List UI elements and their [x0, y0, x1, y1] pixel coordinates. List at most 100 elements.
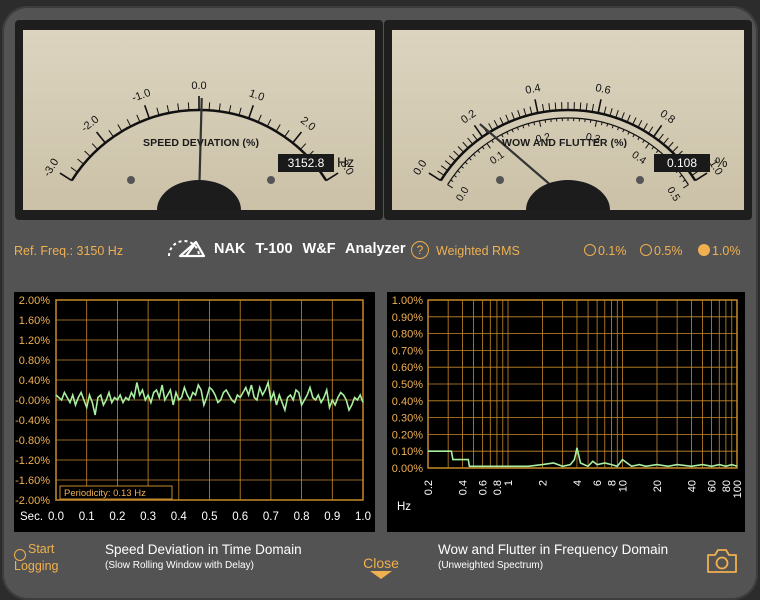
speed-readout: 3152.8 [278, 154, 334, 172]
weighted-rms-label: Weighted RMS [436, 244, 520, 258]
start-logging-button[interactable]: Start Logging [14, 541, 59, 575]
meter-scale-label: 0.0 [411, 158, 429, 177]
toolbar: Ref. Freq.: 3150 Hz NAK T-100 W&F Analyz… [0, 230, 760, 270]
chevron-down-icon [370, 571, 392, 579]
x-tick-label: 2 [537, 480, 549, 486]
app-brand-title: NAK T-100 W&F Analyzer [214, 241, 406, 257]
x-axis-label: Hz [397, 501, 411, 513]
meter-tick [444, 160, 452, 167]
meter-tick [523, 108, 527, 117]
meter-scale-label: 0.0 [191, 80, 206, 92]
meter-tick [84, 150, 91, 157]
meter-scale-label: -1.0 [130, 87, 152, 105]
y-tick-label: -1.20% [15, 455, 50, 467]
meter-tick [59, 172, 73, 182]
meter-screw-icon [267, 176, 275, 184]
meter-tick [143, 104, 151, 119]
meter-tick [77, 158, 84, 165]
speed-meter-frame: -3.0 -2.0 -1.0 0.0 1.0 2.0 3.0 SPEED DEVIATION… [15, 20, 383, 220]
range-option-label: 1.0% [712, 244, 741, 258]
meter-inner-tick [491, 139, 494, 144]
meter-inner-tick [533, 122, 536, 126]
meter-inner-tick [460, 165, 464, 169]
meter-scale-label: 0.2 [459, 108, 478, 127]
meter-tick [658, 133, 664, 141]
meter-tick [91, 143, 98, 150]
meter-tick [440, 165, 448, 171]
y-tick-label: 1.00% [392, 295, 423, 307]
meter-inner-tick [611, 125, 614, 129]
x-tick-label: 0.7 [263, 511, 279, 523]
meter-inner-tick [511, 129, 514, 133]
meter-tick [95, 131, 106, 144]
meter-tick [597, 99, 602, 114]
meter-tick [156, 107, 160, 116]
meter-inner-tick [682, 179, 686, 183]
help-button[interactable]: ? [411, 241, 429, 259]
meter-inner-tick [522, 125, 525, 129]
meter-tick [117, 124, 123, 132]
speed-readout-unit: Hz [337, 154, 355, 170]
meter-tick [511, 112, 516, 121]
meter-tick [462, 141, 469, 149]
speed-meter-dial: -3.0-2.0-1.00.01.02.03.0 [41, 80, 356, 210]
meter-tick [136, 114, 141, 123]
meter-inner-tick [651, 146, 655, 150]
gauge-logo-icon [168, 240, 206, 258]
meter-tick [70, 167, 78, 173]
meter-inner-tick [683, 184, 689, 189]
meter-scale-label: 0.8 [658, 108, 677, 127]
radio-unchecked-icon [14, 549, 26, 561]
x-tick-label: 0.4 [171, 511, 188, 523]
meter-inner-tick [527, 123, 530, 127]
meter-inner-tick [679, 174, 683, 178]
meter-tick [499, 117, 504, 125]
meter-tick [266, 119, 272, 127]
meter-scale-label: 0.4 [524, 82, 541, 97]
ref-freq-label: Ref. Freq.: 3150 Hz [14, 244, 124, 258]
meter-tick [648, 126, 654, 134]
range-option-1.0[interactable]: 1.0% [698, 244, 741, 258]
range-option-label: 0.5% [654, 244, 683, 258]
x-tick-label: 0.5 [202, 511, 218, 523]
x-tick-label: 100 [732, 480, 744, 498]
x-tick-label: 0.1 [79, 511, 95, 523]
speed-deviation-meter: -3.0 -2.0 -1.0 0.0 1.0 2.0 3.0 SPEED DEVIATION… [23, 30, 375, 210]
meter-inner-tick [600, 122, 603, 126]
meter-inner-label: 0.0 [454, 185, 472, 204]
meter-inner-tick [538, 120, 542, 127]
meter-inner-tick [477, 150, 481, 153]
meter-inner-tick [481, 146, 485, 150]
x-tick-label: 0.4 [457, 480, 469, 495]
meter-tick [542, 103, 545, 113]
spectrum-trace-line [428, 447, 738, 468]
meter-tick [473, 124, 484, 138]
meter-tick [284, 129, 290, 138]
speed-meter-title: SPEED DEVIATION (%) [143, 137, 260, 149]
meter-hub [157, 180, 241, 210]
meter-tick [637, 120, 643, 128]
meter-tick [428, 172, 442, 182]
camera-icon[interactable] [706, 548, 738, 574]
range-option-0.5[interactable]: 0.5% [640, 244, 683, 258]
flutter-meter-title: WOW AND FLUTTER (%) [502, 137, 628, 149]
y-tick-label: -2.00% [15, 495, 50, 507]
y-tick-label: 0.70% [392, 345, 423, 357]
meter-tick [493, 120, 499, 128]
y-tick-label: 1.60% [19, 315, 50, 327]
y-tick-label: -0.00% [15, 395, 50, 407]
meter-tick [579, 102, 582, 111]
time-domain-chart: 2.00% 1.60% 1.20% 0.80% 0.40% -0.00% -0.40% -0.… [15, 295, 371, 523]
radio-unchecked-icon [584, 244, 596, 256]
meter-tick [609, 108, 613, 117]
meter-inner-tick [655, 150, 659, 153]
x-tick-label: 0.2 [109, 511, 125, 523]
range-option-0.1[interactable]: 0.1% [584, 244, 627, 258]
meter-inner-tick [457, 170, 461, 173]
x-tick-label: 0.8 [294, 511, 310, 523]
y-tick-label: 0.40% [392, 396, 423, 408]
close-button[interactable]: Close [361, 555, 401, 579]
y-tick-label: 0.60% [392, 362, 423, 374]
freq-graph-title: Wow and Flutter in Frequency Domain [438, 542, 669, 557]
meter-inner-tick [642, 139, 645, 144]
